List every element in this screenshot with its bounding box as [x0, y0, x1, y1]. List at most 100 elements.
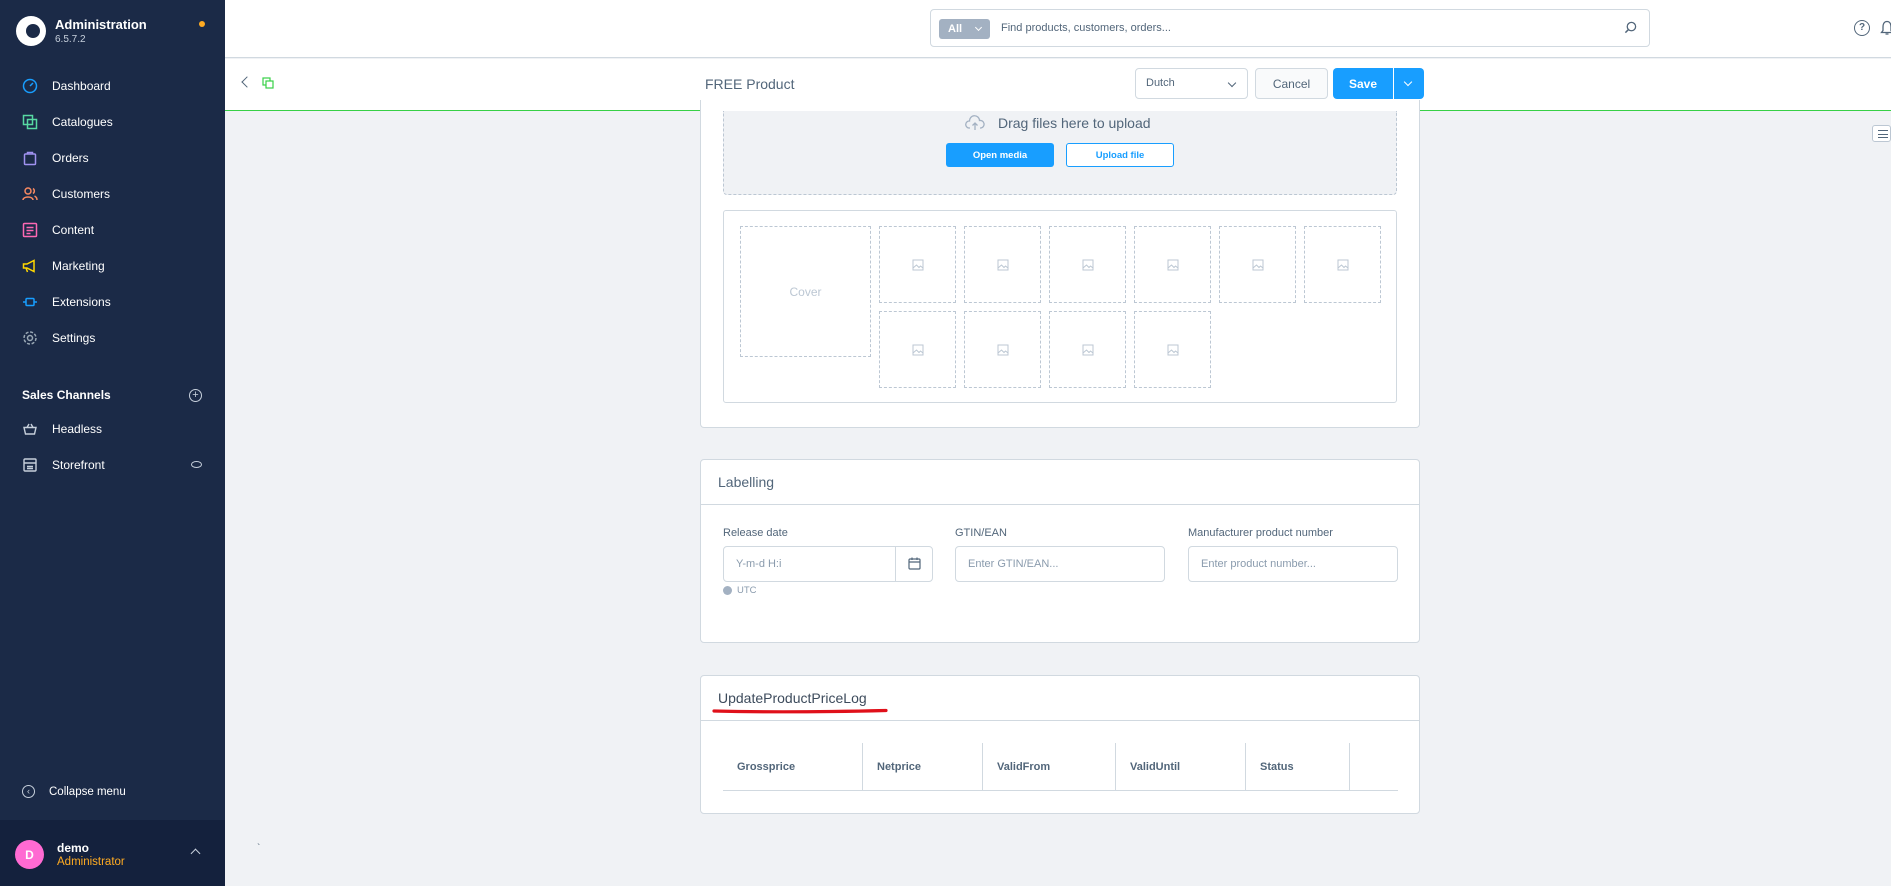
- storefront-icon: [23, 458, 37, 472]
- orders-icon: [23, 151, 37, 166]
- app-version: 6.5.7.2: [55, 34, 86, 45]
- sales-channels-title: Sales Channels: [22, 388, 111, 402]
- image-icon: [1337, 259, 1349, 271]
- search-scope-label: All: [948, 23, 963, 35]
- open-media-button[interactable]: Open media: [946, 143, 1054, 167]
- catalogues-icon: [22, 114, 38, 130]
- sidebar-item-extensions[interactable]: Extensions: [22, 290, 111, 314]
- admin-sidebar: Administration 6.5.7.2 Dashboard Catalog…: [0, 0, 225, 886]
- app-title: Administration: [55, 17, 147, 32]
- sidebar-item-label: Dashboard: [52, 79, 111, 93]
- search-scope-select[interactable]: All: [939, 19, 990, 39]
- media-slot[interactable]: [879, 226, 956, 303]
- media-slot[interactable]: [1134, 311, 1211, 388]
- sidebar-item-label: Content: [52, 223, 95, 237]
- calendar-icon: [908, 557, 921, 570]
- sidebar-item-catalogues[interactable]: Catalogues: [22, 110, 113, 134]
- content-icon: [22, 222, 38, 238]
- drag-files-text: Drag files here to upload: [998, 115, 1151, 131]
- search-input[interactable]: Find products, customers, orders...: [1001, 22, 1171, 34]
- copy-icon[interactable]: [262, 77, 274, 89]
- basket-icon: [23, 423, 37, 435]
- column-header-netprice[interactable]: Netprice: [863, 743, 983, 791]
- language-label: Dutch: [1146, 77, 1175, 89]
- sidebar-item-orders[interactable]: Orders: [22, 146, 89, 170]
- labelling-title: Labelling: [701, 460, 1419, 505]
- sidebar-item-marketing[interactable]: Marketing: [22, 254, 105, 278]
- column-header-validuntil[interactable]: ValidUntil: [1116, 743, 1246, 791]
- sidebar-item-content[interactable]: Content: [22, 218, 94, 242]
- save-button[interactable]: Save: [1333, 68, 1393, 99]
- notification-dot: [199, 21, 205, 27]
- bell-icon[interactable]: [1880, 20, 1891, 36]
- calendar-button[interactable]: [895, 546, 932, 582]
- cloud-upload-icon: [965, 115, 985, 130]
- collapse-menu-button[interactable]: ‹ Collapse menu: [22, 785, 126, 798]
- sidebar-item-label: Extensions: [52, 295, 111, 309]
- media-slot[interactable]: [1219, 226, 1296, 303]
- language-switch[interactable]: Dutch: [1135, 68, 1248, 99]
- column-header-grossprice[interactable]: Grossprice: [723, 743, 863, 791]
- collapse-menu-label: Collapse menu: [49, 785, 126, 798]
- media-slot[interactable]: [1049, 311, 1126, 388]
- sidebar-item-label: Catalogues: [52, 115, 113, 129]
- chevron-down-icon: [1227, 78, 1237, 88]
- sidebar-item-label: Settings: [52, 331, 96, 345]
- mpn-input[interactable]: Enter product number...: [1188, 546, 1398, 582]
- sidebar-item-label: Storefront: [52, 458, 105, 472]
- sidebar-item-label: Marketing: [52, 259, 105, 273]
- page-title: FREE Product: [705, 76, 795, 92]
- price-log-title: UpdateProductPriceLog: [701, 676, 1419, 721]
- sidebar-item-customers[interactable]: Customers: [22, 182, 110, 206]
- image-icon: [1167, 344, 1179, 356]
- chevron-left-icon: ‹: [22, 785, 35, 798]
- media-slot[interactable]: [1134, 226, 1211, 303]
- sidebar-item-dashboard[interactable]: Dashboard: [22, 74, 111, 98]
- column-header-validfrom[interactable]: ValidFrom: [983, 743, 1116, 791]
- mpn-label: Manufacturer product number: [1188, 527, 1333, 539]
- shopware-logo-icon: [16, 16, 46, 46]
- add-sales-channel-icon[interactable]: +: [189, 389, 202, 402]
- media-slot[interactable]: [879, 311, 956, 388]
- customers-icon: [22, 187, 38, 201]
- search-icon[interactable]: [1624, 21, 1637, 34]
- release-date-label: Release date: [723, 527, 788, 539]
- image-icon: [1252, 259, 1264, 271]
- eye-icon[interactable]: [191, 461, 202, 468]
- save-options-button[interactable]: [1394, 68, 1424, 99]
- help-icon[interactable]: ?: [1854, 20, 1870, 36]
- media-slot[interactable]: [964, 311, 1041, 388]
- top-bar: All Find products, customers, orders...: [225, 0, 1891, 58]
- media-slot[interactable]: [1304, 226, 1381, 303]
- gtin-input[interactable]: Enter GTIN/EAN...: [955, 546, 1165, 582]
- global-search[interactable]: All Find products, customers, orders...: [930, 9, 1650, 47]
- image-icon: [912, 344, 924, 356]
- extensions-icon: [23, 297, 37, 307]
- sidebar-item-headless[interactable]: Headless: [22, 417, 102, 441]
- back-arrow-icon[interactable]: [241, 76, 253, 88]
- user-profile[interactable]: D demo Administrator: [0, 820, 225, 886]
- annotation-underline: [712, 708, 888, 714]
- content-sidebar-toggle[interactable]: [1872, 125, 1891, 142]
- sidebar-item-storefront[interactable]: Storefront: [22, 453, 105, 477]
- price-log-table-header: Grossprice Netprice ValidFrom ValidUntil…: [723, 743, 1398, 791]
- gtin-label: GTIN/EAN: [955, 527, 1007, 539]
- settings-icon: [23, 331, 37, 345]
- timezone-label: UTC: [737, 585, 757, 596]
- chevron-up-icon[interactable]: [190, 848, 201, 859]
- avatar: D: [15, 840, 44, 869]
- upload-file-button[interactable]: Upload file: [1066, 143, 1174, 167]
- sidebar-item-settings[interactable]: Settings: [22, 326, 95, 350]
- marketing-icon: [22, 259, 35, 273]
- cancel-button[interactable]: Cancel: [1255, 68, 1328, 99]
- media-slot[interactable]: [1049, 226, 1126, 303]
- timezone-hint: UTC: [723, 585, 757, 596]
- cover-placeholder[interactable]: Cover: [740, 226, 871, 357]
- image-icon: [1082, 259, 1094, 271]
- admin-brand[interactable]: Administration 6.5.7.2: [16, 16, 147, 46]
- image-icon: [1082, 344, 1094, 356]
- column-header-status[interactable]: Status: [1246, 743, 1350, 791]
- sidebar-item-label: Headless: [52, 422, 103, 436]
- dashboard-icon: [22, 78, 38, 94]
- media-slot[interactable]: [964, 226, 1041, 303]
